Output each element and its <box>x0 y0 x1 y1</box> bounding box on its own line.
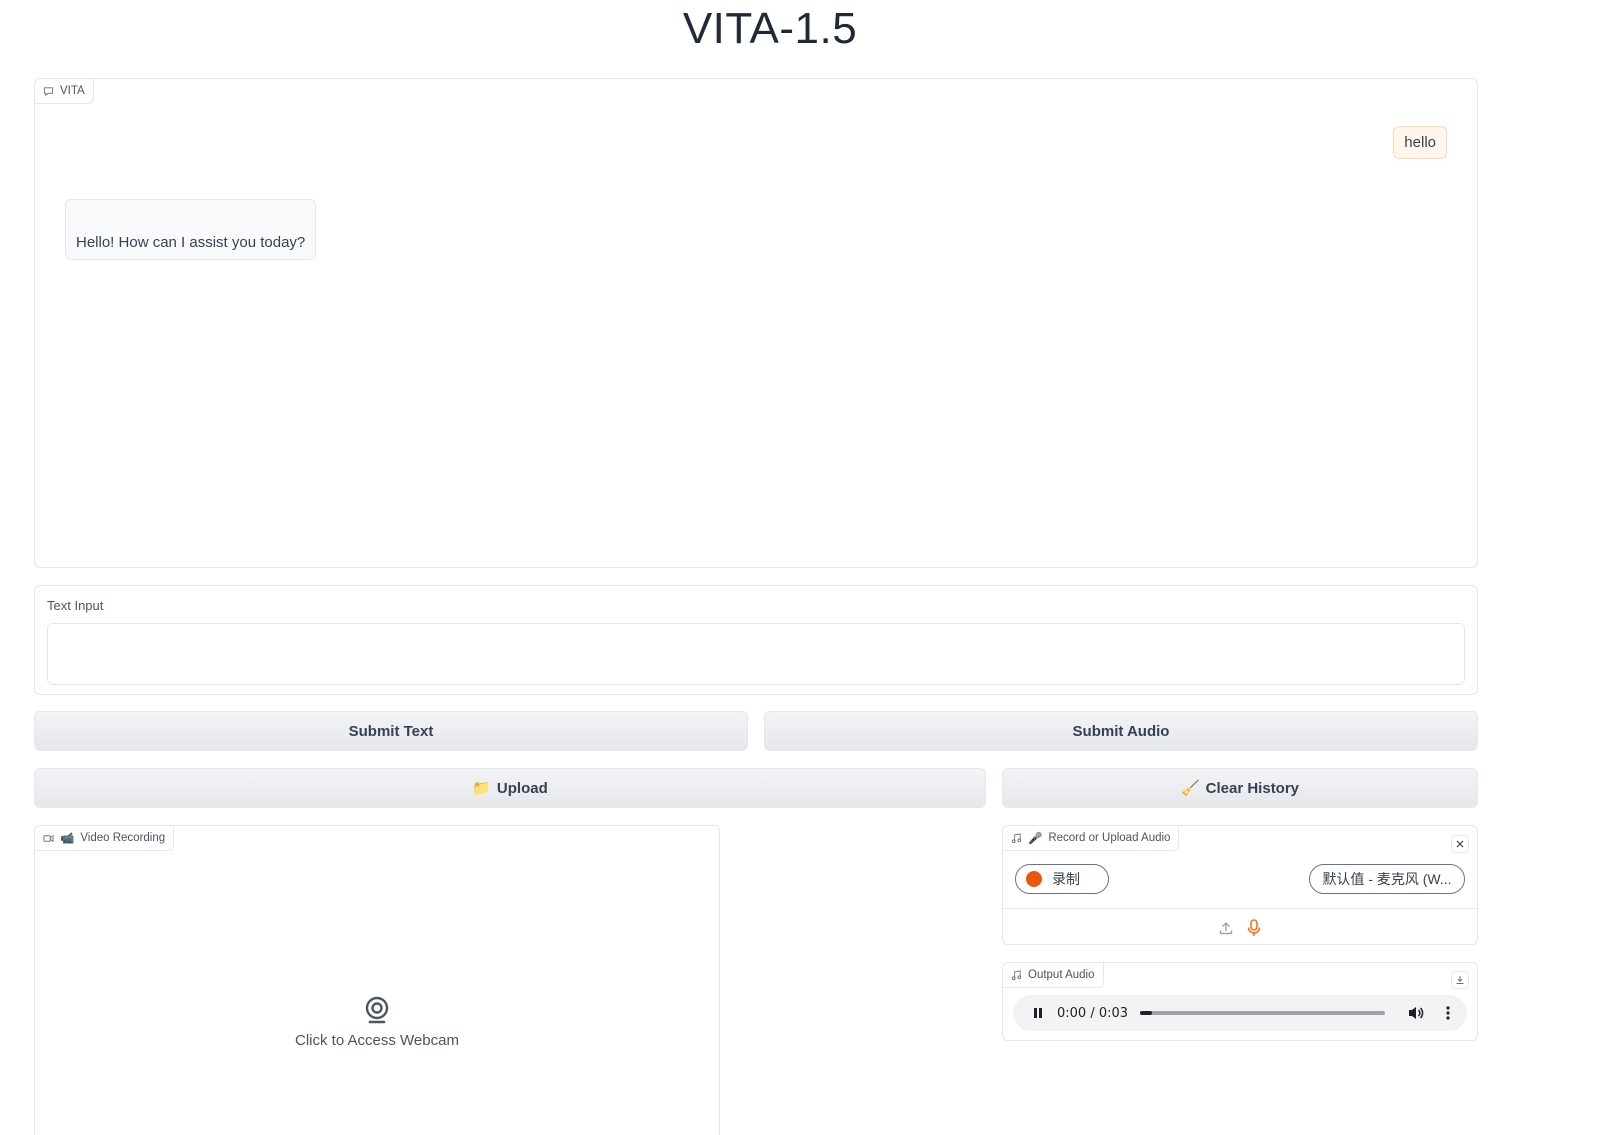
submit-text-button[interactable]: Submit Text <box>34 711 748 751</box>
download-icon <box>1456 976 1464 984</box>
user-message: hello <box>1393 126 1447 159</box>
audio-source-bar <box>1003 908 1477 946</box>
text-input-field[interactable] <box>47 623 1465 685</box>
upload-button[interactable]: 📁 Upload <box>34 768 986 808</box>
text-input-label: Text Input <box>47 598 104 613</box>
playback-progress-fill <box>1140 1011 1152 1015</box>
video-camera-icon <box>43 834 54 842</box>
download-audio-button[interactable] <box>1451 971 1469 989</box>
output-audio-label: Output Audio <box>1003 963 1104 988</box>
playback-time: 0:00 / 0:03 <box>1057 1005 1129 1021</box>
assistant-message: Hello! How can I assist you today? <box>65 199 317 260</box>
video-label: 📹 Video Recording <box>35 826 175 851</box>
user-message-text: hello <box>1404 134 1436 151</box>
video-label-emoji: 📹 <box>60 833 75 845</box>
audio-input-label: 🎤 Record or Upload Audio <box>1003 826 1180 851</box>
volume-icon[interactable] <box>1407 1005 1425 1021</box>
webcam-icon <box>365 996 389 1024</box>
chat-icon <box>43 86 54 96</box>
chatbot-label: VITA <box>35 79 94 104</box>
music-note-icon <box>1011 832 1022 843</box>
webcam-prompt: Click to Access Webcam <box>295 1032 459 1049</box>
submit-audio-button[interactable]: Submit Audio <box>764 711 1478 751</box>
close-icon <box>1456 840 1464 848</box>
output-audio-panel: Output Audio 0:00 / 0:03 <box>1002 962 1478 1041</box>
video-label-text: Video Recording <box>80 832 166 844</box>
video-recording-panel: 📹 Video Recording Click to Access Webcam <box>34 825 720 1135</box>
upload-label: Upload <box>496 779 548 797</box>
broom-icon: 🧹 <box>1180 780 1200 797</box>
audio-input-panel: 🎤 Record or Upload Audio 录制 默认值 - 麦克风 (W… <box>1002 825 1478 945</box>
audio-input-label-text: Record or Upload Audio <box>1048 832 1171 844</box>
playback-progress-track[interactable] <box>1143 1011 1386 1015</box>
record-label: 录制 <box>1052 871 1080 887</box>
audio-label-emoji: 🎤 <box>1028 833 1043 845</box>
microphone-select[interactable]: 默认值 - 麦克风 (W... <box>1309 864 1465 894</box>
output-audio-label-text: Output Audio <box>1028 969 1095 981</box>
more-options-icon[interactable] <box>1445 1005 1451 1021</box>
text-input-panel: Text Input <box>34 585 1478 695</box>
chatbot-panel: VITA hello Hello! How can I assist you t… <box>34 78 1478 568</box>
microphone-icon[interactable] <box>1246 918 1262 937</box>
upload-icon[interactable] <box>1218 920 1234 936</box>
audio-player: 0:00 / 0:03 <box>1013 995 1467 1031</box>
microphone-select-value: 默认值 - 麦克风 (W... <box>1322 871 1452 887</box>
record-dot-icon <box>1026 871 1042 887</box>
chatbot-label-text: VITA <box>60 85 85 97</box>
music-note-icon <box>1011 969 1022 980</box>
webcam-access-area[interactable]: Click to Access Webcam <box>35 996 719 1049</box>
record-button[interactable]: 录制 <box>1015 864 1109 894</box>
clear-audio-button[interactable] <box>1451 835 1469 853</box>
folder-icon: 📁 <box>472 780 491 797</box>
page-title: VITA-1.5 <box>682 4 858 53</box>
submit-audio-label: Submit Audio <box>1072 722 1170 740</box>
pause-icon[interactable] <box>1031 1006 1045 1020</box>
submit-text-label: Submit Text <box>348 722 434 740</box>
assistant-message-text: Hello! How can I assist you today? <box>76 234 306 251</box>
clear-history-button[interactable]: 🧹 Clear History <box>1002 768 1478 808</box>
clear-history-label: Clear History <box>1205 779 1300 797</box>
